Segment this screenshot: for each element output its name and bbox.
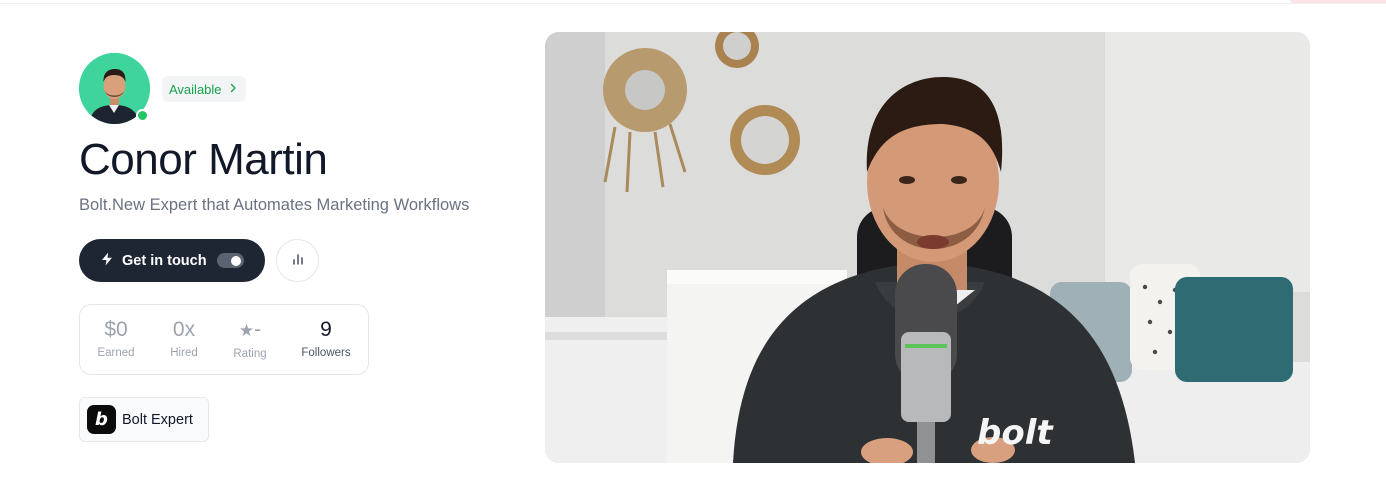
shirt-logo-text: bolt xyxy=(977,413,1054,453)
availability-label: Available xyxy=(169,81,222,97)
bolt-icon xyxy=(101,252,113,270)
top-divider xyxy=(0,3,1386,4)
stat-earned: $0 Earned xyxy=(93,317,139,361)
stat-earned-label: Earned xyxy=(97,347,135,359)
get-in-touch-label: Get in touch xyxy=(122,252,207,269)
stat-rating: ★- Rating xyxy=(227,317,273,362)
get-in-touch-button[interactable]: Get in touch xyxy=(79,239,265,282)
stats-card: $0 Earned 0x Hired ★- Rating 9 Followers xyxy=(79,304,369,375)
top-accent-bar xyxy=(1290,0,1386,3)
bolt-logo-icon: b xyxy=(87,405,116,434)
stat-followers[interactable]: 9 Followers xyxy=(294,317,358,361)
stat-rating-row: ★- xyxy=(227,317,273,344)
stat-followers-value: 9 xyxy=(320,318,332,341)
profile-name: Conor Martin xyxy=(79,135,328,184)
stat-hired-value: 0x xyxy=(172,318,196,341)
stat-rating-label: Rating xyxy=(233,348,267,360)
bar-chart-icon xyxy=(291,252,305,270)
stat-hired-label: Hired xyxy=(170,347,198,359)
contact-toggle[interactable] xyxy=(217,253,244,268)
analytics-button[interactable] xyxy=(276,239,319,282)
online-status-dot xyxy=(136,109,149,122)
stat-followers-label: Followers xyxy=(301,347,351,359)
stat-hired: 0x Hired xyxy=(161,317,207,361)
profile-tagline: Bolt.New Expert that Automates Marketing… xyxy=(79,196,470,214)
toggle-knob xyxy=(231,255,241,266)
star-icon: ★ xyxy=(238,321,255,340)
bolt-expert-badge[interactable]: b Bolt Expert xyxy=(79,397,209,442)
availability-pill[interactable]: Available xyxy=(162,76,246,102)
badge-label: Bolt Expert xyxy=(122,411,193,428)
stat-rating-value: - xyxy=(254,318,262,341)
stat-earned-value: $0 xyxy=(104,318,128,341)
chevron-right-icon xyxy=(230,81,237,96)
intro-video[interactable]: bolt xyxy=(545,32,1310,463)
video-frame: bolt xyxy=(545,32,1310,463)
